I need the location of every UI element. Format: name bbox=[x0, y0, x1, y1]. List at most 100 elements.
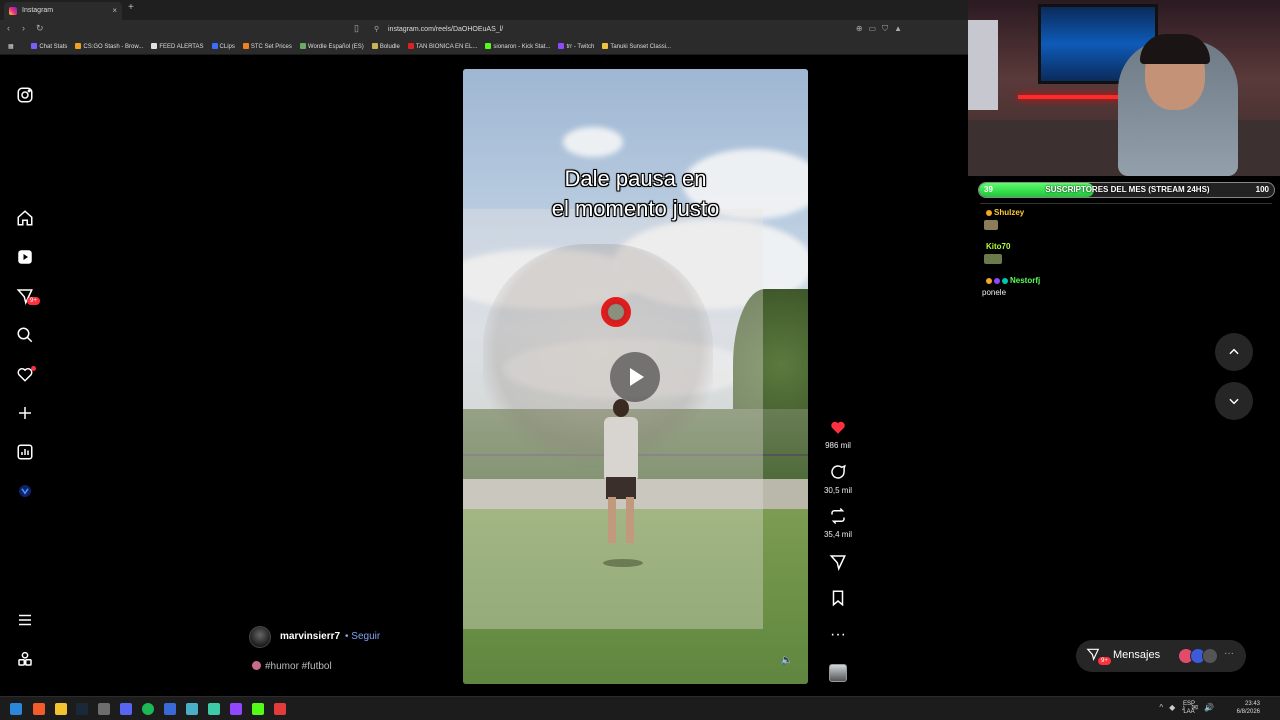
site-info-icon[interactable]: ⚲ bbox=[374, 23, 379, 37]
reel-video[interactable]: Dale pausa en el momento justo 🔈 bbox=[463, 69, 808, 684]
audio-thumbnail[interactable] bbox=[829, 664, 847, 682]
messages-button[interactable]: 9+ Mensajes ··· bbox=[1076, 640, 1246, 672]
chat-username: Nestorfj bbox=[986, 276, 1040, 285]
reposts-count: 35,4 mil bbox=[823, 530, 852, 539]
author-avatar[interactable] bbox=[249, 626, 271, 648]
heart-filled-icon[interactable] bbox=[818, 418, 858, 440]
reload-icon[interactable]: ↻ bbox=[36, 23, 44, 34]
close-tab-icon[interactable]: × bbox=[112, 2, 117, 20]
dashboard-icon[interactable] bbox=[16, 443, 34, 461]
steam-icon[interactable] bbox=[76, 703, 88, 715]
comment-action[interactable]: 30,5 mil bbox=[818, 463, 858, 495]
spotify-icon[interactable] bbox=[142, 703, 154, 715]
cam-streamer-hair bbox=[1140, 34, 1210, 64]
caption-line-1: Dale pausa en bbox=[564, 166, 707, 191]
obs-icon[interactable] bbox=[98, 703, 110, 715]
forward-icon[interactable]: › bbox=[22, 23, 25, 33]
chat-username-text: Kito70 bbox=[986, 242, 1011, 251]
bookmark-item[interactable]: CS:GO Stash - Brow... bbox=[75, 40, 143, 54]
bookmark-label: TAN BIONICA EN EL... bbox=[415, 44, 478, 50]
author-username[interactable]: marvinsierr7 bbox=[280, 631, 340, 642]
bookmark-favicon-icon bbox=[31, 43, 38, 49]
bookmark-item[interactable]: sionaron - Kick Stat... bbox=[485, 40, 550, 54]
play-button[interactable] bbox=[610, 352, 660, 402]
url-input[interactable]: ⚲ instagram.com/reels/DaOHOEuAS_l/ bbox=[370, 23, 910, 37]
more-apps-icon[interactable] bbox=[16, 650, 34, 668]
app-icon[interactable] bbox=[186, 703, 198, 715]
bookmark-favicon-icon bbox=[299, 43, 306, 49]
system-clock[interactable]: 23:43 6/8/2026 bbox=[1230, 700, 1260, 716]
bookmark-item[interactable]: Wordle Español (ES) bbox=[299, 40, 364, 54]
chat-message: Nestorfj ponele bbox=[980, 272, 1275, 306]
next-reel-button[interactable] bbox=[1215, 382, 1253, 420]
bookmark-favicon-icon bbox=[407, 43, 414, 49]
save-action[interactable] bbox=[818, 589, 858, 611]
sub-goal-bar: 39 SUSCRIPTORES DEL MES (STREAM 24HS) 10… bbox=[978, 182, 1275, 198]
app-icon[interactable] bbox=[274, 703, 286, 715]
previous-reel-button[interactable] bbox=[1215, 333, 1253, 371]
search-icon[interactable] bbox=[16, 326, 34, 344]
brave-browser-icon[interactable] bbox=[33, 703, 45, 715]
bookmark-label: Tanuki Sunset Classi... bbox=[610, 44, 672, 50]
mute-icon[interactable]: 🔈 bbox=[780, 654, 794, 668]
more-dots-icon[interactable]: ··· bbox=[818, 624, 858, 646]
video-person-head bbox=[613, 399, 629, 417]
bookmark-label: Chat Stats bbox=[39, 44, 68, 50]
start-menu-icon[interactable] bbox=[10, 703, 22, 715]
file-explorer-icon[interactable] bbox=[55, 703, 67, 715]
new-tab-button[interactable]: + bbox=[128, 2, 134, 13]
notifications-badge: 9+ bbox=[27, 297, 40, 305]
bookmark-item[interactable]: Tanuki Sunset Classi... bbox=[602, 40, 672, 54]
bookmark-page-icon[interactable]: ▯ bbox=[354, 23, 359, 34]
app-icon[interactable] bbox=[208, 703, 220, 715]
address-bar-row: ‹ › ↻ ▯ ⚲ instagram.com/reels/DaOHOEuAS_… bbox=[0, 20, 968, 40]
bookmark-item[interactable]: trr - Twitch bbox=[558, 40, 594, 54]
chat-emote bbox=[984, 254, 1002, 264]
bookmark-item[interactable]: CLips bbox=[211, 40, 235, 54]
kick-icon[interactable] bbox=[252, 703, 264, 715]
audio-avatar-icon bbox=[252, 661, 261, 670]
clock-time: 23:43 bbox=[1244, 701, 1260, 707]
likes-count: 986 mil bbox=[825, 441, 851, 450]
extension-icons[interactable]: ⊕▭⛉▲ bbox=[856, 24, 908, 34]
caption-line-2: el momento justo bbox=[551, 196, 720, 221]
repost-icon[interactable] bbox=[818, 507, 858, 529]
contact-avatar bbox=[1202, 648, 1218, 664]
bookmark-item[interactable]: Boludle bbox=[371, 40, 400, 54]
apps-icon[interactable]: ▦ bbox=[8, 40, 14, 54]
reels-icon[interactable] bbox=[16, 248, 34, 266]
webcam-overlay bbox=[968, 0, 1280, 176]
bookmark-icon[interactable] bbox=[818, 589, 858, 611]
discord-icon[interactable] bbox=[120, 703, 132, 715]
back-icon[interactable]: ‹ bbox=[7, 23, 10, 33]
instagram-logo-icon[interactable] bbox=[16, 86, 34, 104]
browser-tab[interactable]: Instagram × bbox=[4, 2, 122, 20]
bookmark-label: Boludle bbox=[379, 44, 400, 50]
twitch-icon[interactable] bbox=[230, 703, 242, 715]
windows-taskbar: ^◆♪✉🔊 ESP LAA 23:43 6/8/2026 bbox=[0, 696, 1280, 720]
bookmark-item[interactable]: Chat Stats bbox=[31, 40, 68, 54]
input-language[interactable]: ESP LAA bbox=[1183, 700, 1195, 716]
more-options[interactable]: ··· bbox=[818, 624, 858, 646]
app-icon[interactable] bbox=[164, 703, 176, 715]
bookmark-item[interactable]: FEED ALERTAS bbox=[151, 40, 204, 54]
more-dots-icon[interactable]: ··· bbox=[1224, 648, 1234, 659]
sub-goal-title: SUSCRIPTORES DEL MES (STREAM 24HS) bbox=[1045, 185, 1210, 194]
share-action[interactable] bbox=[818, 553, 858, 575]
repost-action[interactable]: 35,4 mil bbox=[818, 507, 858, 539]
chat-username-text: Nestorfj bbox=[1010, 276, 1041, 285]
share-icon[interactable] bbox=[818, 553, 858, 575]
profile-avatar-icon[interactable] bbox=[16, 482, 34, 500]
home-icon[interactable] bbox=[16, 209, 34, 227]
bookmark-item[interactable]: STC Set Prices bbox=[242, 40, 292, 54]
comment-icon[interactable] bbox=[818, 463, 858, 485]
bookmark-favicon-icon bbox=[485, 43, 492, 49]
like-action[interactable]: 986 mil bbox=[818, 418, 858, 450]
description-text: #humor #futbol bbox=[265, 661, 332, 672]
menu-icon[interactable] bbox=[16, 611, 34, 629]
chat-badge-icon bbox=[994, 278, 1000, 284]
lang-line-1: ESP bbox=[1183, 701, 1196, 707]
follow-button[interactable]: • Seguir bbox=[345, 631, 380, 642]
create-plus-icon[interactable] bbox=[16, 404, 34, 422]
bookmark-item[interactable]: TAN BIONICA EN EL... bbox=[407, 40, 478, 54]
